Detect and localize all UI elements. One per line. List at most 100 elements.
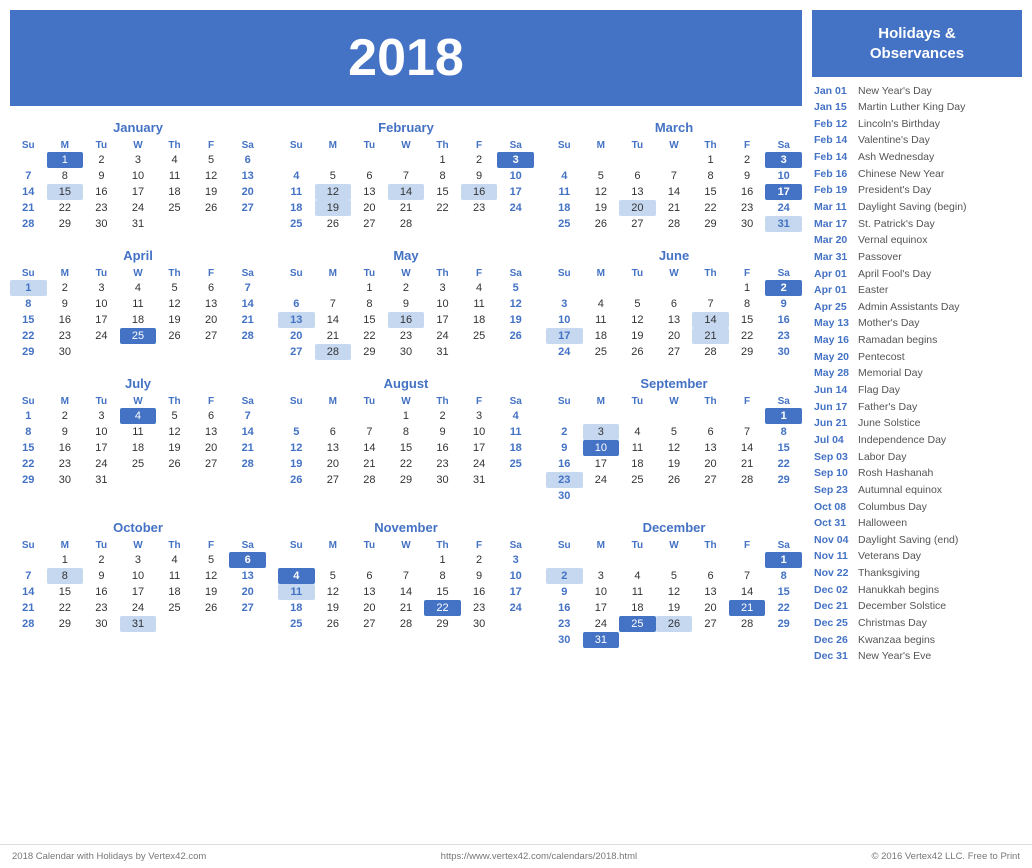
cal-day: 28 <box>351 472 388 488</box>
list-item: Oct 08Columbus Day <box>812 499 1022 516</box>
cal-day: 6 <box>656 296 693 312</box>
cal-day: 19 <box>315 200 352 216</box>
day-header-w: W <box>656 267 693 280</box>
holiday-date: Jul 04 <box>814 434 852 448</box>
main-container: 2018 JanuarySuMTuWThFSa12345678910111213… <box>0 0 1032 840</box>
cal-day: 10 <box>546 312 583 328</box>
cal-day <box>729 488 766 504</box>
day-header-th: Th <box>156 139 193 152</box>
list-item: Mar 31Passover <box>812 249 1022 266</box>
cal-day: 18 <box>497 440 534 456</box>
holiday-date: Oct 08 <box>814 501 852 515</box>
month-may: MaySuMTuWThFSa12345678910111213141516171… <box>278 248 534 360</box>
cal-day: 11 <box>120 296 157 312</box>
cal-day: 4 <box>546 168 583 184</box>
cal-day: 2 <box>461 152 498 168</box>
cal-day: 26 <box>193 200 230 216</box>
cal-day: 30 <box>546 632 583 648</box>
cal-day: 21 <box>351 456 388 472</box>
cal-day <box>692 280 729 296</box>
cal-day: 12 <box>656 584 693 600</box>
holiday-date: May 13 <box>814 317 852 331</box>
cal-day: 12 <box>193 568 230 584</box>
cal-day <box>461 344 498 360</box>
holiday-date: Dec 21 <box>814 600 852 614</box>
cal-day: 14 <box>656 184 693 200</box>
cal-day: 8 <box>351 296 388 312</box>
cal-day: 1 <box>10 280 47 296</box>
cal-day: 3 <box>497 552 534 568</box>
month-december: DecemberSuMTuWThFSa123456789101112131415… <box>546 520 802 648</box>
holiday-date: Apr 25 <box>814 301 852 315</box>
cal-day: 27 <box>692 616 729 632</box>
cal-day: 22 <box>765 456 802 472</box>
list-item: Dec 02Hanukkah begins <box>812 582 1022 599</box>
day-header-tu: Tu <box>351 267 388 280</box>
cal-day: 25 <box>619 616 656 632</box>
cal-day: 3 <box>765 152 802 168</box>
holiday-date: Apr 01 <box>814 268 852 282</box>
cal-day: 18 <box>583 328 620 344</box>
cal-day: 21 <box>10 200 47 216</box>
cal-day: 30 <box>424 472 461 488</box>
month-title: February <box>278 120 534 135</box>
cal-day: 4 <box>156 152 193 168</box>
day-header-th: Th <box>156 539 193 552</box>
day-header-m: M <box>583 267 620 280</box>
cal-day: 27 <box>656 344 693 360</box>
month-september: SeptemberSuMTuWThFSa12345678910111213141… <box>546 376 802 504</box>
cal-day: 12 <box>619 312 656 328</box>
cal-day: 5 <box>315 568 352 584</box>
cal-day: 13 <box>619 184 656 200</box>
day-header-tu: Tu <box>83 539 120 552</box>
cal-day: 27 <box>278 344 315 360</box>
cal-day: 15 <box>388 440 425 456</box>
list-item: Dec 31New Year's Eve <box>812 649 1022 666</box>
cal-day: 7 <box>351 424 388 440</box>
day-header-su: Su <box>546 539 583 552</box>
cal-day: 1 <box>10 408 47 424</box>
list-item: Feb 14Ash Wednesday <box>812 150 1022 167</box>
day-header-th: Th <box>156 267 193 280</box>
cal-day <box>729 408 766 424</box>
cal-day: 3 <box>424 280 461 296</box>
holiday-name: Daylight Saving (begin) <box>858 201 967 215</box>
cal-day: 27 <box>692 472 729 488</box>
cal-day: 14 <box>729 440 766 456</box>
cal-day: 3 <box>83 280 120 296</box>
months-grid: JanuarySuMTuWThFSa1234567891011121314151… <box>10 120 802 648</box>
cal-day: 5 <box>583 168 620 184</box>
cal-table: SuMTuWThFSa12345678910111213141516171819… <box>546 139 802 232</box>
cal-day: 25 <box>278 216 315 232</box>
cal-day: 23 <box>47 456 84 472</box>
cal-day: 16 <box>388 312 425 328</box>
cal-day <box>315 280 352 296</box>
holiday-name: Lincoln's Birthday <box>858 118 940 132</box>
cal-day: 23 <box>83 200 120 216</box>
day-header-f: F <box>461 539 498 552</box>
cal-day: 28 <box>10 216 47 232</box>
cal-day: 16 <box>424 440 461 456</box>
holiday-date: Feb 14 <box>814 134 852 148</box>
day-header-tu: Tu <box>619 395 656 408</box>
cal-day: 17 <box>497 184 534 200</box>
month-november: NovemberSuMTuWThFSa123456789101112131415… <box>278 520 534 648</box>
cal-day: 18 <box>278 600 315 616</box>
cal-day <box>315 552 352 568</box>
cal-day: 19 <box>656 600 693 616</box>
month-title: December <box>546 520 802 535</box>
holiday-name: Admin Assistants Day <box>858 301 960 315</box>
cal-day: 21 <box>10 600 47 616</box>
holiday-name: Daylight Saving (end) <box>858 534 958 548</box>
cal-day <box>156 216 193 232</box>
holiday-name: Autumnal equinox <box>858 484 942 498</box>
holiday-date: Mar 17 <box>814 218 852 232</box>
cal-day <box>619 552 656 568</box>
cal-day: 11 <box>546 184 583 200</box>
cal-day: 22 <box>47 200 84 216</box>
cal-day <box>546 408 583 424</box>
cal-day: 8 <box>47 168 84 184</box>
cal-day: 18 <box>278 200 315 216</box>
footer-right: © 2016 Vertex42 LLC. Free to Print <box>871 851 1020 862</box>
cal-day: 9 <box>83 168 120 184</box>
